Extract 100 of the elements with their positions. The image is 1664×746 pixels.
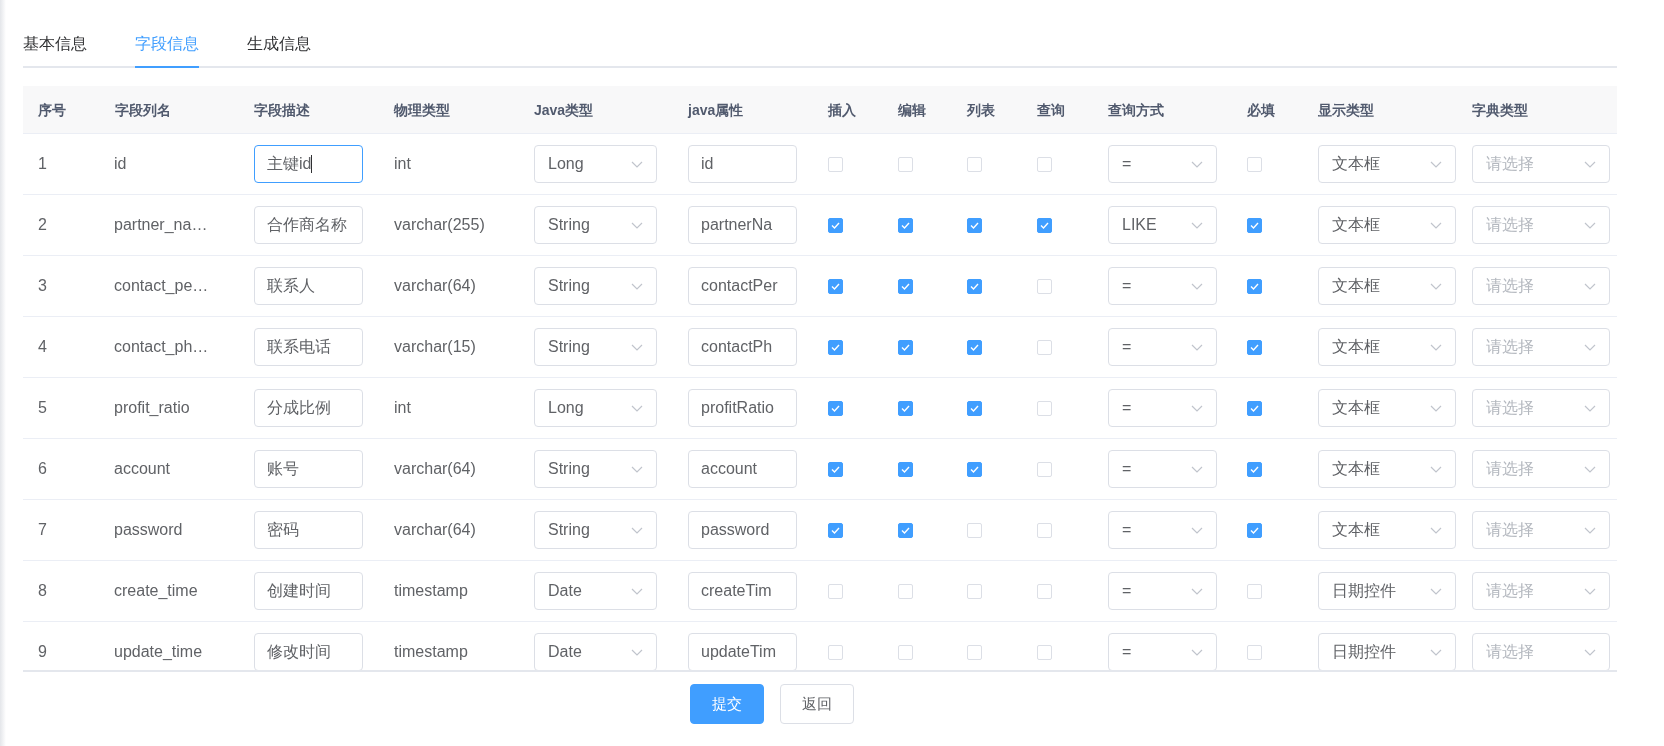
select-field[interactable]: 文本框 xyxy=(1318,511,1456,549)
input-field[interactable]: updateTim xyxy=(688,633,797,670)
select-field[interactable]: 日期控件 xyxy=(1318,633,1456,670)
table-cell: password xyxy=(114,521,183,538)
select-field[interactable]: 文本框 xyxy=(1318,389,1456,427)
input-field[interactable]: password xyxy=(688,511,797,549)
checkbox[interactable] xyxy=(828,461,843,477)
select-field[interactable]: 文本框 xyxy=(1318,145,1456,183)
column-header: 编辑 xyxy=(898,101,926,118)
select-field[interactable]: String xyxy=(534,206,657,244)
table-cell: id xyxy=(114,155,127,172)
checkbox[interactable] xyxy=(1247,217,1262,233)
select-field[interactable]: Date xyxy=(534,572,657,610)
select-field[interactable]: String xyxy=(534,328,657,366)
back-button[interactable]: 返回 xyxy=(780,684,854,724)
input-field[interactable]: 合作商名称 xyxy=(254,206,363,244)
select-field[interactable]: = xyxy=(1108,328,1217,366)
checkbox[interactable] xyxy=(967,217,982,233)
table-cell: int xyxy=(394,155,411,172)
table-cell: varchar(64) xyxy=(394,521,476,538)
select-field[interactable]: String xyxy=(534,267,657,305)
input-field[interactable]: contactPer xyxy=(688,267,797,305)
table-cell: varchar(255) xyxy=(394,216,485,233)
select-field[interactable]: 文本框 xyxy=(1318,206,1456,244)
column-header: 序号 xyxy=(38,101,66,118)
table-cell: 8 xyxy=(38,582,47,599)
checkbox[interactable] xyxy=(1247,278,1262,294)
select-field[interactable]: = xyxy=(1108,267,1217,305)
checkbox[interactable] xyxy=(1037,217,1052,233)
input-field[interactable]: 账号 xyxy=(254,450,363,488)
table-cell: timestamp xyxy=(394,582,468,599)
select-field[interactable]: = xyxy=(1108,145,1217,183)
checkbox[interactable] xyxy=(828,278,843,294)
input-field[interactable]: 分成比例 xyxy=(254,389,363,427)
input-field[interactable]: contactPh xyxy=(688,328,797,366)
tab[interactable]: 生成信息 xyxy=(247,30,311,68)
checkbox[interactable] xyxy=(898,522,913,538)
column-header: java属性 xyxy=(688,101,744,118)
select-field[interactable]: String xyxy=(534,450,657,488)
select-field[interactable]: = xyxy=(1108,389,1217,427)
column-header: Java类型 xyxy=(534,101,594,118)
checkbox[interactable] xyxy=(828,522,843,538)
input-field[interactable]: 密码 xyxy=(254,511,363,549)
checkbox[interactable] xyxy=(898,278,913,294)
table-cell: update_time xyxy=(114,643,203,660)
checkbox[interactable] xyxy=(1247,400,1262,416)
select-field[interactable]: Date xyxy=(534,633,657,670)
table-cell: contact_ph… xyxy=(114,338,209,355)
checkbox[interactable] xyxy=(898,461,913,477)
table-cell: 4 xyxy=(38,338,47,355)
checkbox[interactable] xyxy=(1247,522,1262,538)
table-cell: varchar(64) xyxy=(394,277,476,294)
select-field[interactable]: = xyxy=(1108,511,1217,549)
checkbox[interactable] xyxy=(828,217,843,233)
select-field[interactable]: = xyxy=(1108,572,1217,610)
table-cell: int xyxy=(394,399,411,416)
input-field[interactable]: id xyxy=(688,145,797,183)
select-field[interactable]: 文本框 xyxy=(1318,267,1456,305)
checkbox[interactable] xyxy=(1247,339,1262,355)
input-field[interactable]: 联系人 xyxy=(254,267,363,305)
table-cell: 1 xyxy=(38,155,47,172)
table-cell: contact_pe… xyxy=(114,277,209,294)
table-cell: timestamp xyxy=(394,643,468,660)
input-field[interactable]: 主键id xyxy=(254,145,363,183)
table-cell: 9 xyxy=(38,643,47,660)
column-header: 查询方式 xyxy=(1108,101,1164,118)
select-field[interactable]: 文本框 xyxy=(1318,450,1456,488)
select-field[interactable]: 日期控件 xyxy=(1318,572,1456,610)
checkbox[interactable] xyxy=(967,461,982,477)
input-field[interactable]: account xyxy=(688,450,797,488)
table-cell: 2 xyxy=(38,216,47,233)
column-header: 字段描述 xyxy=(254,101,310,118)
checkbox[interactable] xyxy=(967,400,982,416)
column-header: 显示类型 xyxy=(1318,101,1374,118)
select-field[interactable]: String xyxy=(534,511,657,549)
column-header: 字典类型 xyxy=(1472,101,1528,118)
select-field[interactable]: = xyxy=(1108,450,1217,488)
select-field[interactable]: 文本框 xyxy=(1318,328,1456,366)
checkbox[interactable] xyxy=(828,339,843,355)
table-cell: 3 xyxy=(38,277,47,294)
select-field[interactable]: LIKE xyxy=(1108,206,1217,244)
table-cell: partner_na… xyxy=(114,216,208,233)
checkbox[interactable] xyxy=(898,400,913,416)
input-field[interactable]: 创建时间 xyxy=(254,572,363,610)
checkbox[interactable] xyxy=(1247,461,1262,477)
checkbox[interactable] xyxy=(967,339,982,355)
input-field[interactable]: 联系电话 xyxy=(254,328,363,366)
select-field[interactable]: Long xyxy=(534,389,657,427)
column-header: 列表 xyxy=(967,101,995,118)
tab[interactable]: 基本信息 xyxy=(23,30,87,68)
input-field[interactable]: createTim xyxy=(688,572,797,610)
checkbox[interactable] xyxy=(828,400,843,416)
input-field[interactable]: 修改时间 xyxy=(254,633,363,670)
input-field[interactable]: partnerNa xyxy=(688,206,797,244)
select-field[interactable]: Long xyxy=(534,145,657,183)
checkbox[interactable] xyxy=(898,339,913,355)
checkbox[interactable] xyxy=(967,278,982,294)
checkbox[interactable] xyxy=(898,217,913,233)
input-field[interactable]: profitRatio xyxy=(688,389,797,427)
select-field[interactable]: = xyxy=(1108,633,1217,670)
